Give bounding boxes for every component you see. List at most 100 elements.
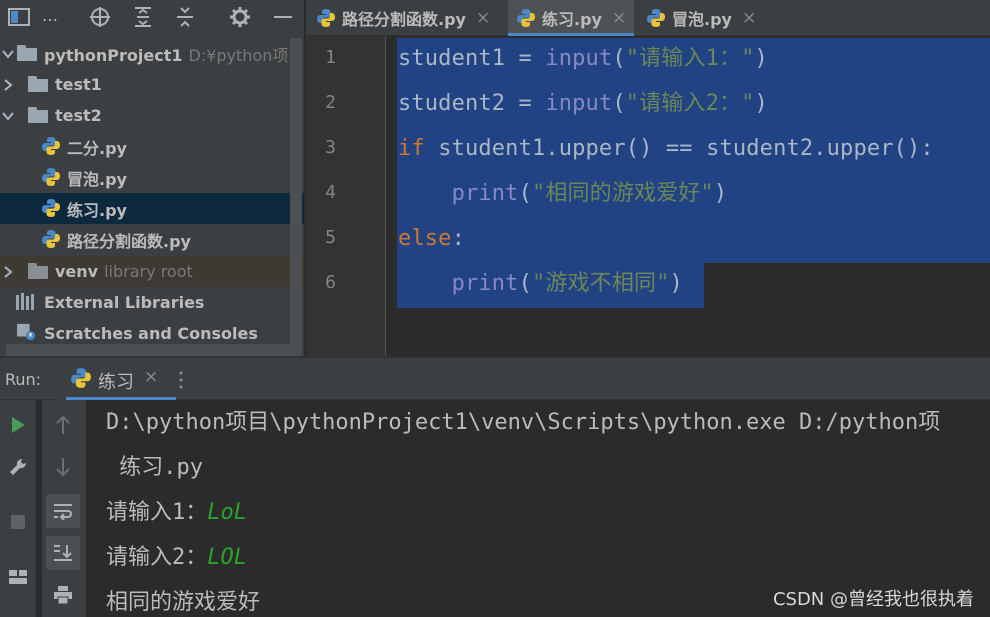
editor-bottom-area <box>306 324 990 358</box>
line-number: 4 <box>325 182 336 203</box>
line-number: 2 <box>325 92 336 113</box>
line-number: 6 <box>325 272 336 293</box>
tab-lujing-py[interactable]: 路径分割函数.py × <box>316 0 508 36</box>
python-file-icon <box>71 368 91 388</box>
line-number-gutter: 1 2 3 4 5 6 <box>306 36 386 324</box>
tree-item-lujing-py[interactable]: 路径分割函数.py <box>0 224 304 255</box>
tree-item-lianxi-py[interactable]: 练习.py <box>0 193 304 224</box>
project-view-title[interactable]: … <box>42 6 58 25</box>
run-tab-label: 练习 <box>98 372 134 393</box>
layout-icon <box>9 570 27 584</box>
folder-icon <box>28 107 48 123</box>
line-number: 3 <box>325 137 336 158</box>
scroll-up-button[interactable] <box>46 408 80 442</box>
console-text: 练习.py <box>106 455 203 480</box>
chevron-right-icon[interactable] <box>1 265 15 279</box>
code-token: "相同的游戏爱好" <box>531 181 714 206</box>
tree-item-label: 练习.py <box>67 200 127 220</box>
python-file-icon <box>42 168 60 186</box>
console-text: 请输入2： <box>106 545 208 570</box>
code-token: "请输入1：" <box>625 46 755 71</box>
arrow-down-icon <box>56 458 70 477</box>
chevron-right-icon[interactable] <box>1 78 15 92</box>
tab-maopao-py[interactable]: 冒泡.py × <box>646 0 776 36</box>
code-token: input <box>545 46 613 71</box>
console-user-input: LOL <box>207 545 247 570</box>
code-line: print("游戏不相同") <box>398 261 683 306</box>
code-token: ( <box>612 46 626 71</box>
console-line: D:\python项目\pythonProject1\venv\Scripts\… <box>106 400 940 445</box>
tree-item-hint: D:¥python项目¥py <box>188 45 304 65</box>
tree-item-label: venv <box>55 262 99 281</box>
run-tab-lianxi[interactable]: 练习 × <box>56 358 176 400</box>
code-token: ) <box>669 271 683 296</box>
tab-lianxi-py[interactable]: 练习.py × <box>508 0 634 36</box>
panel-layout-icon[interactable] <box>6 4 32 30</box>
tree-item-external-libraries[interactable]: External Libraries <box>0 287 304 318</box>
project-horizontal-scrollbar[interactable] <box>6 344 302 356</box>
tree-item-pythonproject1[interactable]: pythonProject1D:¥python项目¥py <box>0 38 304 69</box>
tab-label: 路径分割函数.py <box>342 10 466 29</box>
tree-item-label: 路径分割函数.py <box>67 231 191 251</box>
editor-tab-bar: 路径分割函数.py × 练习.py × 冒泡.py × <box>306 0 990 36</box>
code-token: ) <box>713 181 728 206</box>
code-token: : <box>451 226 465 251</box>
project-vertical-scrollbar[interactable] <box>290 38 302 344</box>
tree-item-label: 二分.py <box>67 138 127 158</box>
python-file-icon <box>317 9 335 27</box>
line-number: 5 <box>325 227 336 248</box>
stop-button[interactable] <box>1 505 35 539</box>
tree-item-maopao-py[interactable]: 冒泡.py <box>0 162 304 193</box>
collapse-all-icon[interactable] <box>172 4 198 30</box>
code-line: if student1.upper() == student2.upper(): <box>398 126 934 171</box>
console-line: 请输入1：LoL <box>106 490 247 535</box>
folder-icon <box>28 263 48 279</box>
scratches-icon <box>17 323 35 341</box>
code-token: ( <box>518 271 532 296</box>
code-token: else <box>398 226 452 251</box>
code-editor[interactable]: 1 2 3 4 5 6 student1 = input("请输入1：") stu… <box>306 36 990 324</box>
scroll-to-end-button[interactable] <box>46 536 80 570</box>
arrow-up-icon <box>56 415 70 434</box>
tab-label: 练习.py <box>542 10 602 29</box>
folder-icon <box>28 76 48 92</box>
chevron-down-icon[interactable] <box>1 47 15 61</box>
code-line: print("相同的游戏爱好") <box>398 171 727 216</box>
print-button[interactable] <box>46 578 80 612</box>
code-token: ( <box>612 91 626 116</box>
python-file-icon <box>517 9 535 27</box>
code-token: print <box>451 271 519 296</box>
close-icon[interactable]: × <box>742 8 756 28</box>
rerun-button[interactable] <box>1 408 35 442</box>
tree-item-erfen-py[interactable]: 二分.py <box>0 131 304 162</box>
tree-item-label: Scratches and Consoles <box>44 324 258 343</box>
tree-item-test2[interactable]: test2 <box>0 100 304 131</box>
tab-label: 冒泡.py <box>672 10 732 29</box>
close-icon[interactable]: × <box>476 8 490 28</box>
console-line: 请输入2：LOL <box>106 535 247 580</box>
soft-wrap-button[interactable] <box>46 494 80 528</box>
settings-button[interactable] <box>1 450 35 484</box>
libraries-icon <box>16 293 34 310</box>
close-icon[interactable]: × <box>612 8 626 28</box>
run-tool-header: Run: 练习 × <box>0 358 990 400</box>
code-token: student1 = <box>398 46 546 71</box>
code-token: if <box>398 136 425 161</box>
tree-item-venv[interactable]: venv library root <box>0 256 304 287</box>
expand-all-icon[interactable] <box>130 4 156 30</box>
more-options-icon[interactable] <box>178 370 184 390</box>
code-token: ( <box>518 181 532 206</box>
gear-icon[interactable] <box>227 4 253 30</box>
python-file-icon <box>42 137 60 155</box>
scroll-down-button[interactable] <box>46 450 80 484</box>
close-icon[interactable]: × <box>144 367 158 387</box>
tree-item-label: pythonProject1 <box>44 45 183 65</box>
tree-item-test1[interactable]: test1 <box>0 69 304 100</box>
layout-button[interactable] <box>1 560 35 594</box>
minimize-icon[interactable] <box>270 4 296 30</box>
locate-icon[interactable] <box>87 4 113 30</box>
run-label: Run: <box>5 370 42 389</box>
chevron-down-icon[interactable] <box>1 109 15 123</box>
code-token: student2 = <box>398 91 546 116</box>
